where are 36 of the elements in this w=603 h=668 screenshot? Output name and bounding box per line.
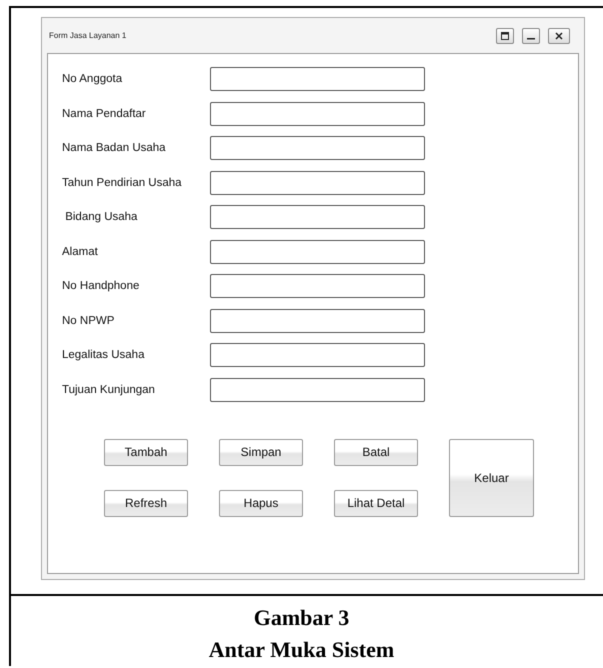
input-field[interactable]	[210, 170, 425, 194]
field-label: Bidang Usaha	[64, 211, 138, 223]
input-field[interactable]	[210, 274, 425, 298]
input-field[interactable]	[210, 308, 425, 332]
input-field[interactable]	[210, 205, 425, 229]
field-label: No Handphone	[62, 280, 140, 292]
input-field[interactable]	[210, 102, 425, 126]
field-label: Alamat	[62, 246, 99, 258]
field-label: No NPWP	[62, 314, 116, 326]
minimize-button[interactable]	[522, 28, 540, 44]
input-field[interactable]	[210, 240, 425, 264]
maximize-button[interactable]	[496, 28, 514, 44]
figure-caption: Antar Muka Sistem	[208, 636, 396, 664]
action-button[interactable]: Batal	[334, 438, 418, 466]
action-button[interactable]: Hapus	[219, 490, 303, 516]
action-button[interactable]: Refresh	[104, 490, 188, 516]
input-field[interactable]	[210, 67, 425, 91]
window-title: Form Jasa Layanan 1	[49, 31, 126, 40]
input-field[interactable]	[210, 136, 425, 160]
minimize-icon	[527, 38, 535, 40]
field-label: No Anggota	[62, 73, 124, 85]
action-button[interactable]: Tambah	[104, 438, 188, 466]
action-button[interactable]: Lihat Detal	[334, 490, 418, 516]
maximize-icon	[501, 32, 509, 40]
close-button[interactable]	[548, 28, 570, 44]
field-label: Tujuan Kunjungan	[62, 384, 156, 396]
field-label: Tahun Pendirian Usaha	[62, 176, 183, 188]
action-button[interactable]: Simpan	[219, 438, 303, 466]
input-field[interactable]	[210, 343, 425, 367]
field-label: Nama Pendaftar	[62, 108, 147, 120]
close-icon	[555, 32, 563, 40]
figure-caption: Gambar 3	[252, 604, 350, 632]
action-button[interactable]: Keluar	[449, 438, 534, 516]
field-label: Legalitas Usaha	[62, 349, 146, 361]
field-label: Nama Badan Usaha	[62, 142, 167, 154]
input-field[interactable]	[210, 378, 425, 402]
